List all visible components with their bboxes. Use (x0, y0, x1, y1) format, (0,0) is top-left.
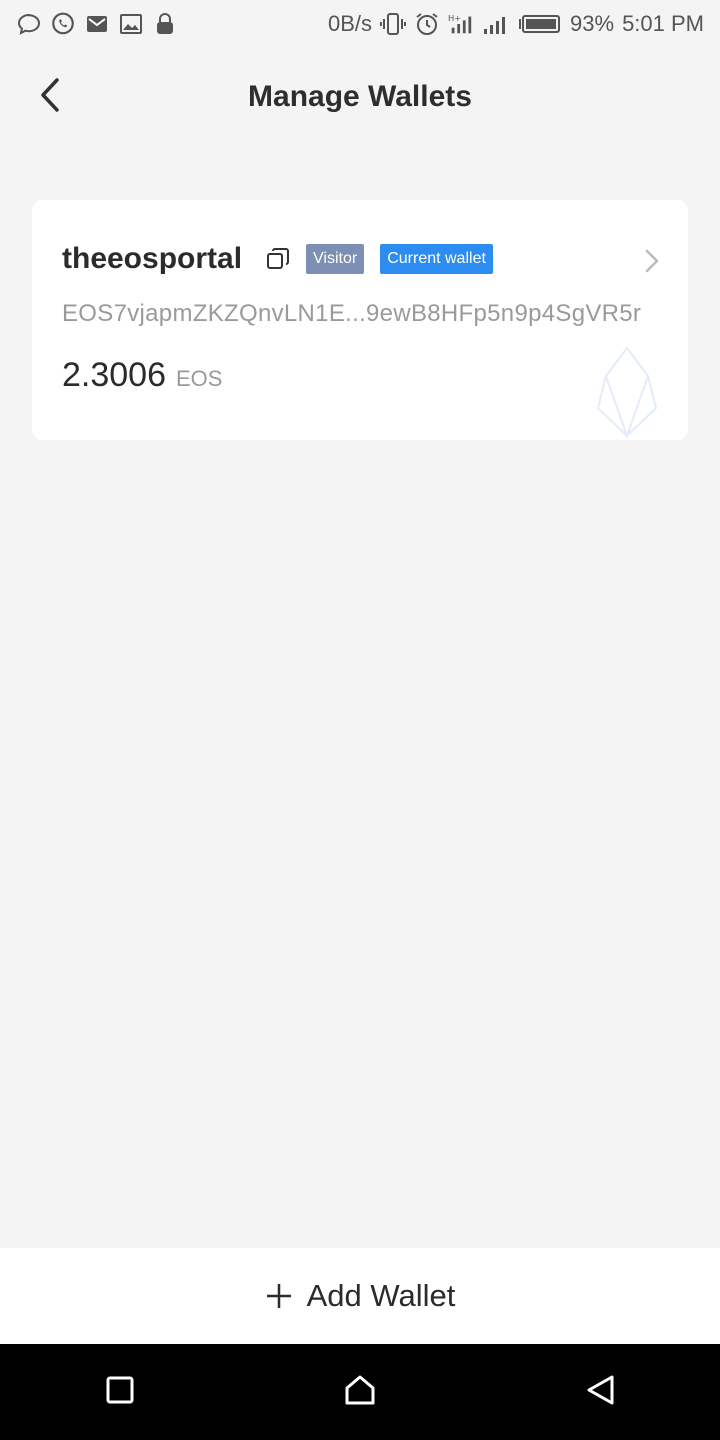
wallet-header-row: theeosportal Visitor Current wallet (62, 242, 493, 276)
system-nav-bar (0, 1344, 720, 1440)
balance-unit: EOS (176, 366, 223, 391)
balance-value: 2.3006 (62, 356, 166, 394)
gallery-icon (118, 11, 144, 37)
wallet-name: theeosportal (62, 242, 243, 275)
back-button[interactable] (28, 74, 72, 120)
signal-icon (482, 11, 508, 37)
balance-row: 2.3006 EOS (62, 356, 222, 395)
message-bubble-icon (16, 11, 42, 37)
back-nav-button[interactable] (570, 1362, 630, 1422)
copy-icon[interactable] (266, 247, 290, 271)
svg-text:H+: H+ (448, 13, 461, 23)
whatsapp-icon (50, 11, 76, 37)
wallet-card[interactable]: theeosportal Visitor Current wallet EOS7… (32, 200, 688, 440)
gmail-icon (84, 11, 110, 37)
page-title: Manage Wallets (248, 80, 472, 113)
vibrate-icon (380, 11, 407, 37)
status-right: 0B/s H+ 93% 5:01 PM (328, 11, 704, 37)
add-wallet-label: Add Wallet (306, 1278, 456, 1313)
header: Manage Wallets (0, 60, 720, 134)
add-wallet-button[interactable]: Add Wallet (0, 1248, 720, 1344)
home-icon (344, 1374, 376, 1411)
plus-icon (265, 1282, 293, 1310)
clock: 5:01 PM (622, 11, 704, 36)
signal-h-icon: H+ (448, 11, 474, 37)
eos-logo-icon (596, 346, 658, 440)
visitor-badge: Visitor (306, 244, 365, 274)
recents-button[interactable] (90, 1362, 150, 1422)
battery-icon (516, 11, 562, 37)
wallet-address: EOS7vjapmZKZQnvLN1E...9ewB8HFp5n9p4SgVR5… (62, 300, 642, 327)
alarm-icon (414, 11, 440, 37)
current-wallet-badge: Current wallet (380, 244, 493, 274)
add-wallet-content: Add Wallet (265, 1278, 456, 1314)
chevron-left-icon (39, 77, 61, 118)
status-bar: 0B/s H+ 93% 5:01 PM (0, 0, 720, 48)
recents-square-icon (106, 1376, 134, 1409)
chevron-right-icon (644, 248, 660, 274)
battery-level: 93% (570, 11, 615, 36)
net-speed: 0B/s (327, 11, 373, 36)
status-left (16, 11, 178, 37)
lock-icon (152, 11, 178, 37)
back-triangle-icon (585, 1374, 615, 1411)
home-button[interactable] (330, 1362, 390, 1422)
